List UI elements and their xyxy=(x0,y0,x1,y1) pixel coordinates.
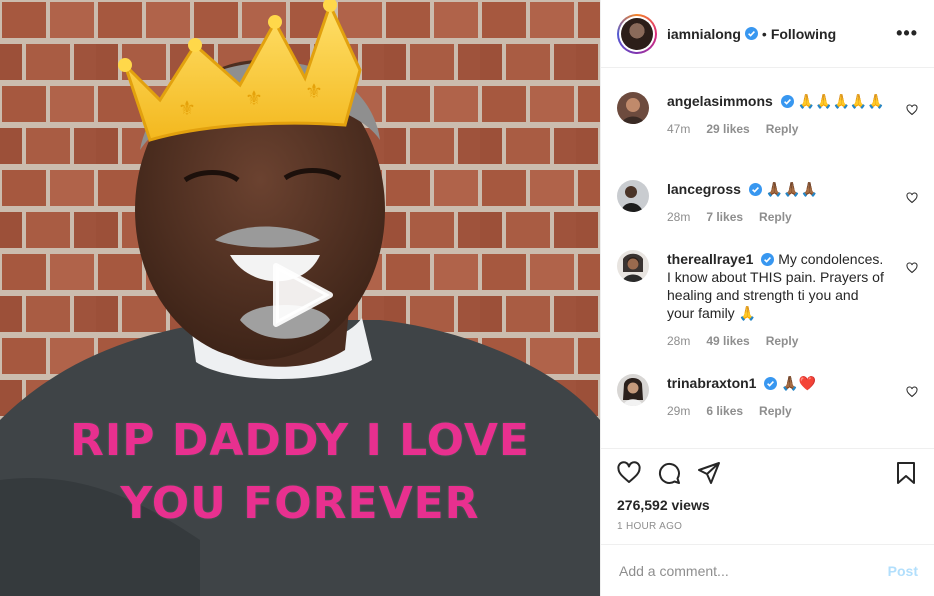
verified-badge-icon xyxy=(748,183,762,196)
comment-meta: 29m 6 likes Reply xyxy=(667,404,918,418)
comment-likes[interactable]: 7 likes xyxy=(706,210,743,224)
like-comment-icon[interactable] xyxy=(906,104,918,116)
comments-list: angelasimmons 🙏🙏🙏🙏🙏 47m 29 likes Reply l… xyxy=(601,68,934,448)
like-comment-icon[interactable] xyxy=(906,192,918,204)
comment-text: 🙏🏾🙏🏾🙏🏾 xyxy=(765,181,819,197)
comment-age: 47m xyxy=(667,122,691,136)
verified-badge-icon xyxy=(761,253,775,266)
comment-username[interactable]: trinabraxton1 xyxy=(667,375,756,391)
verified-badge-icon xyxy=(780,95,794,108)
video-caption-line1: RIP DADDY I LOVE xyxy=(70,415,530,466)
comment-item: trinabraxton1 🙏🏾❤️ 29m 6 likes Reply xyxy=(617,374,918,418)
header-separator: • xyxy=(761,25,767,42)
reply-button[interactable]: Reply xyxy=(759,210,792,224)
avatar[interactable] xyxy=(617,374,649,406)
comment-text: 🙏🏾❤️ xyxy=(781,375,817,391)
comment-item: lancegross 🙏🏾🙏🏾🙏🏾 28m 7 likes Reply xyxy=(617,180,918,224)
verified-badge-icon xyxy=(764,377,778,390)
comment-text: 🙏🙏🙏🙏🙏 xyxy=(797,93,885,109)
comment-item: thereallraye1 My condolences. I know abo… xyxy=(617,250,918,348)
comment-item: angelasimmons 🙏🙏🙏🙏🙏 47m 29 likes Reply xyxy=(617,92,918,136)
comment-age: 28m xyxy=(667,210,691,224)
comment-username[interactable]: lancegross xyxy=(667,181,741,197)
comment-username[interactable]: thereallraye1 xyxy=(667,251,753,267)
comment-age: 29m xyxy=(667,404,691,418)
post-actions: 276,592 views 1 HOUR AGO xyxy=(601,448,934,544)
comment-meta: 47m 29 likes Reply xyxy=(667,122,918,136)
like-comment-icon[interactable] xyxy=(906,262,918,274)
svg-text:⚜: ⚜ xyxy=(305,79,323,103)
post-comment-button[interactable]: Post xyxy=(888,563,918,579)
comment-username[interactable]: angelasimmons xyxy=(667,93,773,109)
video-caption-line2: YOU FOREVER xyxy=(120,478,480,529)
verified-badge-icon xyxy=(744,27,758,40)
add-comment-bar: Post xyxy=(601,544,934,596)
reply-button[interactable]: Reply xyxy=(766,334,799,348)
comment-age: 28m xyxy=(667,334,691,348)
add-comment-input[interactable] xyxy=(617,561,888,580)
more-options-icon[interactable]: ••• xyxy=(896,23,918,44)
save-bookmark-icon[interactable] xyxy=(894,461,918,485)
comment-bubble-icon[interactable] xyxy=(657,461,681,485)
post-video[interactable]: ⚜ ⚜ ⚜ RIP DADDY I LOVE YOU FOREVER xyxy=(0,0,600,596)
like-comment-icon[interactable] xyxy=(906,386,918,398)
comment-likes[interactable]: 6 likes xyxy=(706,404,743,418)
play-icon[interactable] xyxy=(270,262,334,328)
instagram-post: ⚜ ⚜ ⚜ RIP DADDY I LOVE YOU FOREVER iamni… xyxy=(0,0,934,596)
like-heart-icon[interactable] xyxy=(617,461,641,485)
avatar[interactable] xyxy=(617,180,649,212)
following-button[interactable]: Following xyxy=(771,26,836,42)
avatar[interactable] xyxy=(617,92,649,124)
avatar[interactable] xyxy=(617,250,649,282)
svg-text:⚜: ⚜ xyxy=(178,96,196,120)
share-paper-plane-icon[interactable] xyxy=(697,461,721,485)
header-username[interactable]: iamnialong xyxy=(667,26,741,42)
view-count[interactable]: 276,592 views xyxy=(617,497,918,513)
comment-likes[interactable]: 29 likes xyxy=(706,122,749,136)
comment-meta: 28m 49 likes Reply xyxy=(667,334,918,348)
reply-button[interactable]: Reply xyxy=(766,122,799,136)
reply-button[interactable]: Reply xyxy=(759,404,792,418)
post-side-panel: iamnialong • Following ••• angelasimmons xyxy=(600,0,934,596)
comment-meta: 28m 7 likes Reply xyxy=(667,210,918,224)
avatar[interactable] xyxy=(617,13,657,54)
svg-text:⚜: ⚜ xyxy=(245,86,263,110)
post-timestamp: 1 HOUR AGO xyxy=(617,521,683,532)
post-header: iamnialong • Following ••• xyxy=(601,0,934,68)
action-bar xyxy=(617,461,918,485)
comment-likes[interactable]: 49 likes xyxy=(706,334,749,348)
